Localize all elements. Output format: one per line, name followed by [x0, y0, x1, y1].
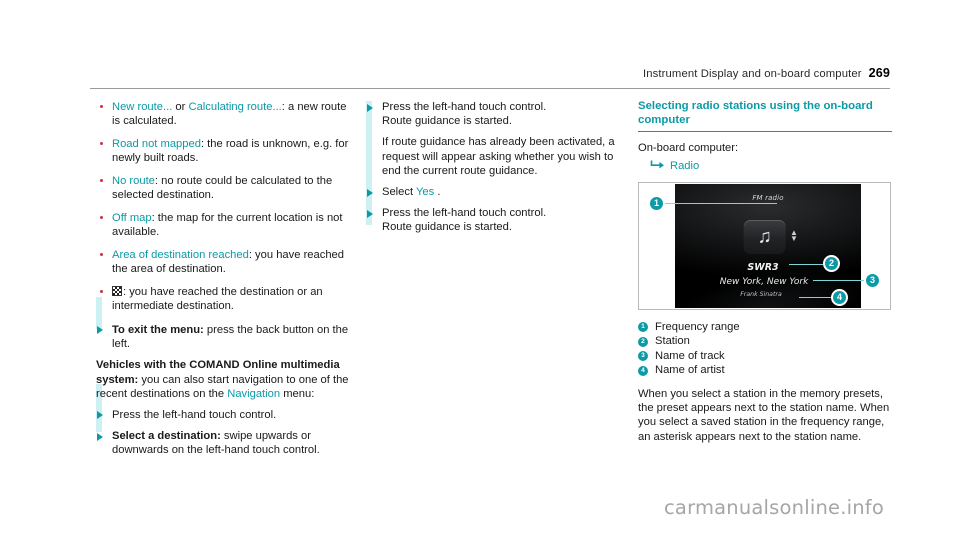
step-select-yes: Select Yes .: [366, 185, 624, 199]
step-label: Select a destination:: [112, 430, 221, 443]
on-board-computer-label: On-board computer:: [638, 142, 739, 155]
bullet-dot-icon: [100, 252, 104, 256]
triangle-step-icon: [367, 188, 373, 197]
music-tile: ♫: [743, 219, 786, 254]
step-press-touch-control: Press the left-hand touch control. Route…: [366, 206, 624, 234]
list-item: New route... or Calculating route...: a …: [96, 100, 354, 128]
step-result-text: Route guidance is started.: [382, 115, 512, 128]
section-title: Selecting radio stations using the on-bo…: [638, 100, 873, 126]
list-item: 1 Frequency range: [638, 320, 892, 335]
list-item: 2 Station: [638, 334, 892, 349]
callout-marker-4: 4: [831, 288, 848, 306]
callout-leader-line: [799, 296, 833, 298]
step-exit-menu: To exit the menu: press the back button …: [96, 323, 354, 351]
step-text: Press the left-hand touch control.: [382, 101, 547, 113]
list-item: 3 Name of track: [638, 349, 892, 364]
key-number: 2: [638, 336, 648, 347]
bullet-dot-icon: [100, 178, 104, 182]
page-number: 269: [868, 66, 890, 80]
step-text: Press the left-hand touch control.: [112, 408, 277, 421]
navigation-menu-link[interactable]: Navigation: [227, 388, 280, 400]
term-link[interactable]: Calculating route...: [189, 101, 282, 113]
callout-leader-line: [789, 263, 825, 265]
triangle-step-icon: [97, 432, 103, 441]
menu-path-radio[interactable]: Radio: [650, 159, 892, 174]
list-item: Off map: the map for the current locatio…: [96, 211, 354, 239]
screen-frequency-range: FM radio: [752, 193, 784, 202]
note-text: If route guidance has already been activ…: [382, 136, 615, 177]
step-text-post: .: [434, 186, 441, 199]
list-item: Area of destination reached: you have re…: [96, 248, 354, 276]
route-guidance-note: If route guidance has already been activ…: [366, 135, 624, 178]
page-header-title: Instrument Display and on-board computer: [642, 68, 862, 80]
list-item: : you have reached the destination or an…: [96, 285, 354, 313]
step-text: Press the left-hand touch control.: [382, 207, 547, 220]
page-header-text: Instrument Display and on-board computer…: [643, 66, 890, 80]
triangle-step-icon: [97, 326, 103, 335]
step-press-touch-control: Press the left-hand touch control. Route…: [366, 100, 624, 128]
bullet-dot-icon: [100, 141, 104, 146]
elbow-arrow-icon: [650, 159, 665, 174]
term-link[interactable]: Off map: [112, 212, 152, 224]
comand-online-note: Vehicles with the COMAND Online multimed…: [96, 358, 354, 401]
bullet-dot-icon: [100, 289, 104, 293]
radio-preset-note: When you select a station in the memory …: [638, 387, 890, 443]
triangle-step-icon: [97, 411, 103, 420]
key-label: Station: [655, 335, 690, 348]
section-rule: [638, 131, 892, 133]
yes-option-link[interactable]: Yes: [416, 186, 434, 198]
triangle-step-icon: [367, 209, 373, 218]
checkered-flag-icon: [112, 285, 122, 296]
key-number: 1: [638, 322, 648, 333]
step-select-destination: Select a destination: swipe upwards or d…: [96, 429, 354, 457]
key-number: 3: [638, 351, 648, 362]
column-right: Selecting radio stations using the on-bo…: [638, 100, 892, 452]
column-left: New route... or Calculating route...: a …: [96, 100, 354, 465]
term-link[interactable]: Area of destination reached: [112, 249, 249, 261]
figure-key-list: 1 Frequency range 2 Station 3 Name of tr…: [638, 320, 892, 378]
triangle-step-icon: [367, 103, 373, 112]
key-label: Name of artist: [655, 364, 725, 377]
step-text-pre: Select: [382, 186, 416, 199]
bullet-dot-icon: [100, 105, 104, 109]
column-middle: Press the left-hand touch control. Route…: [366, 100, 624, 242]
on-board-computer-radio-screen: FM radio ♫ ▲ ▼ SWR3 New York, New York Fr…: [638, 181, 891, 310]
bullet-dot-icon: [100, 215, 104, 219]
step-label: To exit the menu:: [112, 323, 204, 336]
up-down-arrows-icon: ▲ ▼: [790, 227, 798, 243]
list-item: 4 Name of artist: [638, 363, 892, 378]
page-header-rule: [90, 88, 890, 89]
menu-path-label: Radio: [670, 160, 700, 173]
callout-leader-line: [663, 202, 777, 204]
screen-track: New York, New York: [719, 276, 809, 287]
key-label: Frequency range: [655, 320, 740, 333]
list-item: No route: no route could be calculated t…: [96, 174, 354, 202]
term-link[interactable]: New route...: [112, 101, 172, 113]
term-link[interactable]: No route: [112, 175, 155, 187]
list-item-conjunction: or: [172, 101, 189, 113]
step-press-touch-control: Press the left-hand touch control.: [96, 408, 354, 422]
page-header: Instrument Display and on-board computer…: [90, 66, 890, 90]
key-number: 4: [638, 365, 648, 376]
callout-leader-line: [813, 279, 867, 281]
callout-marker-3: 3: [864, 271, 881, 289]
term-link[interactable]: Road not mapped: [112, 138, 201, 150]
step-result-text: Route guidance is started.: [382, 221, 512, 234]
list-item: Road not mapped: the road is unknown, e.…: [96, 137, 354, 165]
comand-note-text-end: menu:: [280, 387, 315, 400]
callout-marker-1: 1: [648, 194, 665, 212]
key-label: Name of track: [655, 349, 725, 362]
list-item-text: : you have reached the destination or an…: [112, 285, 323, 312]
music-note-icon: ♫: [757, 226, 772, 248]
site-watermark: carmanualsonline.info: [664, 496, 884, 519]
callout-marker-2: 2: [823, 254, 840, 272]
